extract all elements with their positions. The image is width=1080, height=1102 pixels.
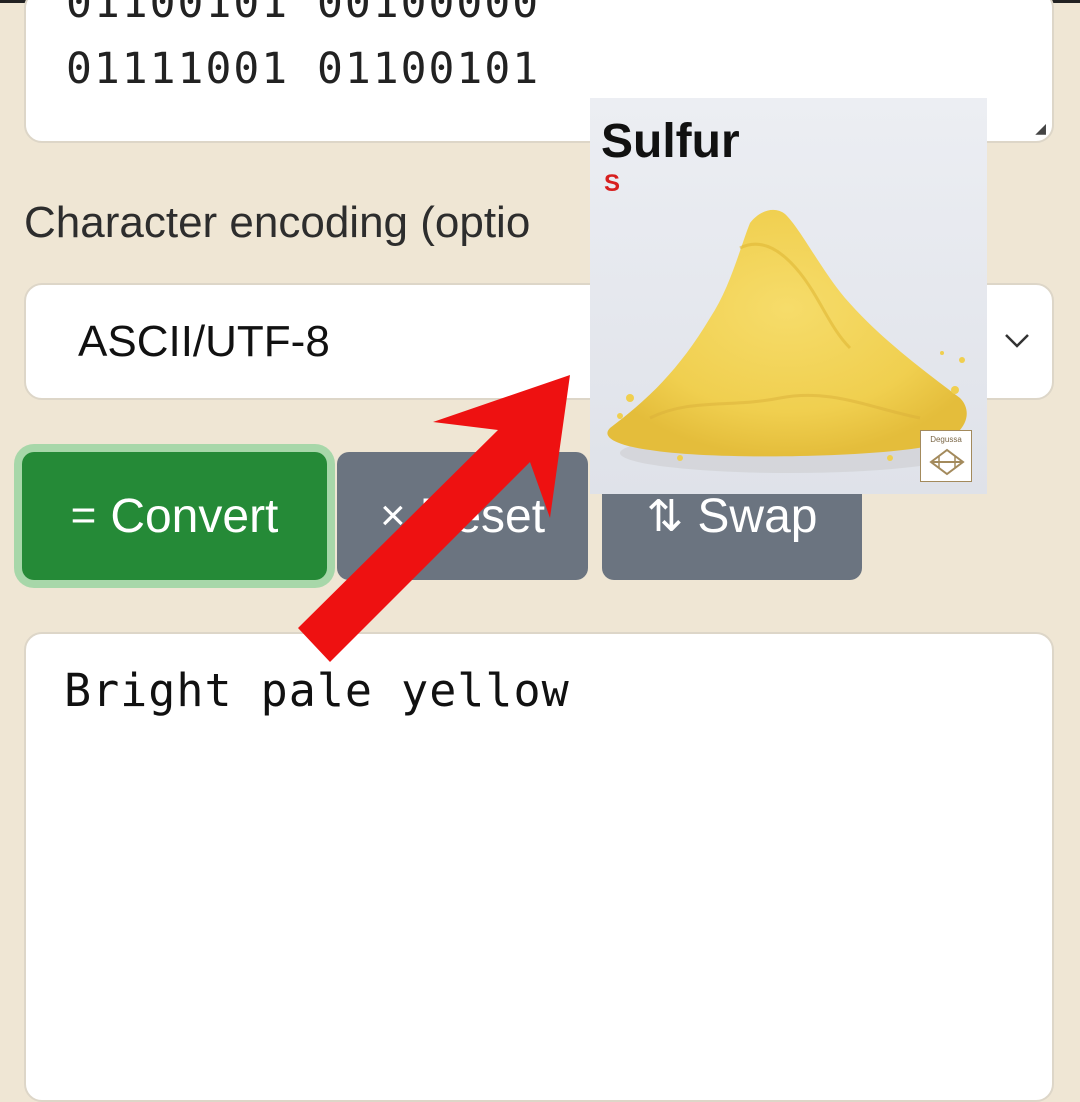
binary-input-text: 01100101 00100000 01111001 01100101 (66, 0, 541, 94)
resize-grip-icon[interactable]: ◢ (1035, 120, 1046, 137)
card-title: Sulfur (601, 115, 740, 168)
swap-icon: ⇅ (646, 491, 684, 541)
output-text: Bright pale yellow (64, 664, 570, 717)
degussa-logo: Degussa (920, 430, 972, 482)
output-textarea[interactable]: Bright pale yellow (24, 632, 1054, 1102)
reset-button-label: Reset (419, 489, 546, 543)
swap-button-label: Swap (697, 489, 818, 543)
convert-button[interactable]: = Convert (22, 452, 327, 580)
reset-button[interactable]: × Reset (337, 452, 588, 580)
sulfur-image-overlay: Sulfur S Degussa (590, 98, 987, 494)
convert-button-label: Convert (110, 489, 279, 543)
degussa-emblem-icon (929, 448, 965, 476)
encoding-label: Character encoding (optio (24, 198, 531, 247)
chevron-down-icon (1005, 334, 1029, 348)
close-icon: × (379, 491, 406, 540)
equals-icon: = (70, 491, 97, 540)
degussa-logo-text: Degussa (930, 435, 962, 444)
card-element-symbol: S (604, 170, 621, 197)
encoding-selected-value: ASCII/UTF-8 (78, 317, 330, 366)
